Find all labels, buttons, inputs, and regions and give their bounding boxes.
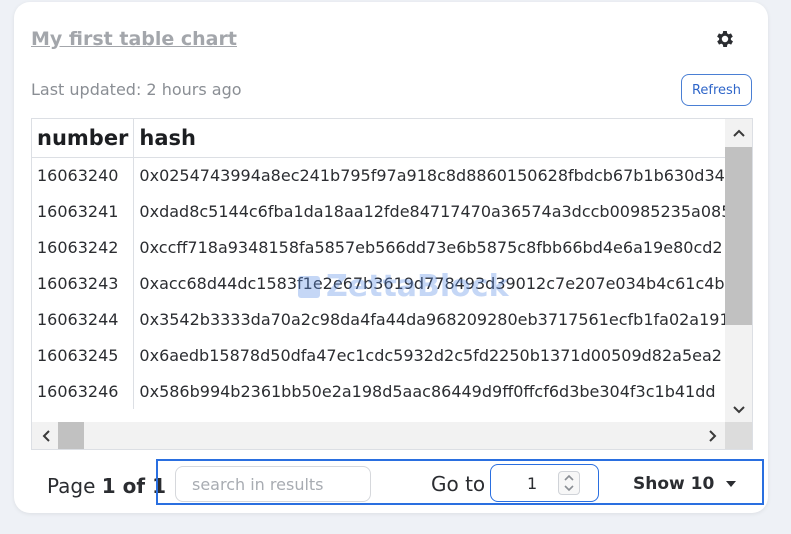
cell-hash: 0x586b994b2361bb50e2a198d5aac86449d9ff0f… <box>139 381 716 401</box>
vertical-scroll-thumb[interactable] <box>725 147 752 325</box>
cell-hash: 0xacc68d44dc1583f1e2e67b3619d778493d3901… <box>139 273 725 293</box>
show-rows-dropdown[interactable]: Show 10 <box>633 474 737 494</box>
table-row[interactable]: 16063246 0x586b994b2361bb50e2a198d5aac864… <box>32 373 736 409</box>
search-results-input[interactable] <box>175 466 371 502</box>
page-stepper[interactable] <box>558 471 580 495</box>
vertical-scrollbar[interactable] <box>725 119 752 424</box>
scroll-right-icon[interactable] <box>701 422 725 449</box>
cell-number: 16063240 <box>32 157 135 193</box>
results-table: number hash 16063240 0x0254743994a8ec241b… <box>31 118 753 450</box>
table-row[interactable]: 16063243 0xacc68d44dc1583f1e2e67b3619d778… <box>32 265 736 301</box>
last-updated-text: Last updated: 2 hours ago <box>31 80 242 99</box>
table-row[interactable]: 16063241 0xdad8c5144c6fba1da18aa12fde8471… <box>32 193 736 229</box>
table-header-row: number hash <box>32 119 737 158</box>
stepper-arrows-icon[interactable] <box>559 472 579 494</box>
cell-number: 16063241 <box>32 193 135 229</box>
go-to-label: Go to <box>431 472 486 496</box>
scrollbar-corner <box>725 422 752 449</box>
cell-hash: 0x6aedb15878d50dfa47ec1cdc5932d2c5fd2250… <box>139 345 722 365</box>
table-row[interactable]: 16063242 0xccff718a9348158fa5857eb566dd73… <box>32 229 736 265</box>
page-prefix: Page <box>47 474 102 498</box>
column-header-number[interactable]: number <box>32 119 135 158</box>
cell-hash: 0xdad8c5144c6fba1da18aa12fde84717470a365… <box>139 201 732 221</box>
page-indicator: Page 1 of 1 <box>47 474 166 498</box>
page-current: 1 <box>101 474 116 498</box>
show-rows-label: Show 10 <box>633 474 715 494</box>
cell-number: 16063242 <box>32 229 135 265</box>
horizontal-scroll-thumb[interactable] <box>58 422 84 449</box>
scroll-up-icon[interactable] <box>725 121 752 145</box>
refresh-button[interactable]: Refresh <box>681 74 752 106</box>
table-row[interactable]: 16063244 0x3542b3333da70a2c98da4fa44da968… <box>32 301 736 337</box>
cell-hash: 0xccff718a9348158fa5857eb566dd73e6b5875c… <box>139 237 723 257</box>
go-to-page-value: 1 <box>527 474 538 493</box>
horizontal-scrollbar[interactable] <box>32 422 727 449</box>
cell-hash: 0x3542b3333da70a2c98da4fa44da968209280eb… <box>139 309 730 329</box>
cell-number: 16063244 <box>32 301 135 337</box>
scroll-left-icon[interactable] <box>34 422 58 449</box>
cell-number: 16063246 <box>32 373 135 409</box>
gear-icon[interactable] <box>714 28 736 50</box>
column-header-hash[interactable]: hash <box>133 119 737 158</box>
scroll-down-icon[interactable] <box>725 398 752 422</box>
table-row[interactable]: 16063245 0x6aedb15878d50dfa47ec1cdc5932d2… <box>32 337 736 373</box>
cell-number: 16063245 <box>32 337 135 373</box>
chart-title[interactable]: My first table chart <box>31 28 237 50</box>
go-to-page-input[interactable]: 1 <box>490 464 599 502</box>
cell-hash: 0x0254743994a8ec241b795f97a918c8d8860150… <box>139 165 725 185</box>
cell-number: 16063243 <box>32 265 135 301</box>
table-row[interactable]: 16063240 0x0254743994a8ec241b795f97a918c8… <box>32 157 736 193</box>
caret-down-icon <box>726 481 737 487</box>
table-chart-card: My first table chart Last updated: 2 hou… <box>14 2 768 513</box>
